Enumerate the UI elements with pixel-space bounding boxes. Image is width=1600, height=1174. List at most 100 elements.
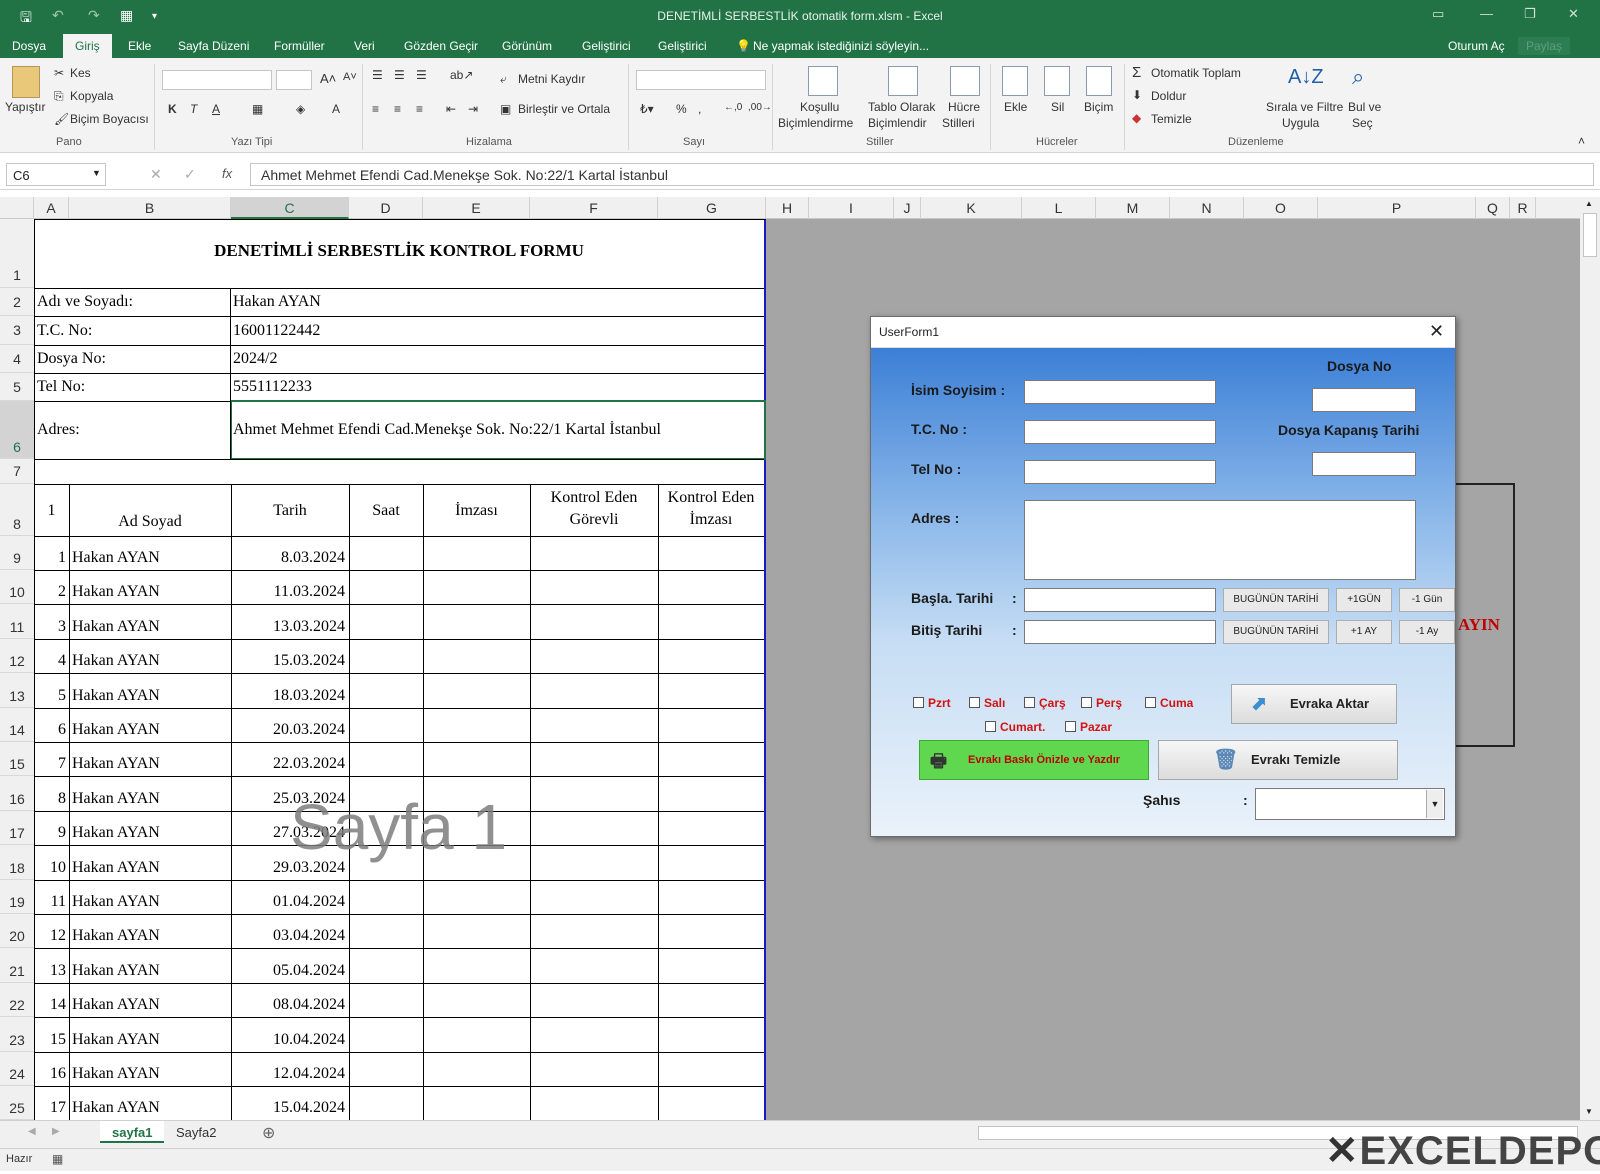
fill-button[interactable]: Doldur [1151,89,1186,103]
clear-form-button[interactable]: 🗑 Evrakı Temizle [1158,740,1398,780]
tab-developer-2[interactable]: Geliştirici [658,39,707,53]
increase-decimal-icon[interactable]: ←,0 [724,102,742,113]
column-header[interactable]: E [423,197,530,219]
tab-file[interactable]: Dosya [12,39,46,53]
macro-record-icon[interactable]: ▦ [52,1152,63,1166]
row-header[interactable]: 7 [0,459,34,484]
column-header[interactable]: M [1096,197,1170,219]
row-header[interactable]: 10 [0,570,34,604]
end-today-button[interactable]: BUGÜNÜN TARİHİ [1223,620,1329,644]
row-header[interactable]: 17 [0,811,34,845]
find-label-1[interactable]: Bul ve [1348,100,1381,114]
column-header[interactable]: C [231,197,349,219]
checkbox-friday[interactable]: Cuma [1145,696,1193,710]
row-header[interactable]: 19 [0,880,34,914]
row-header[interactable]: 9 [0,536,34,570]
paste-icon[interactable] [12,66,40,98]
column-header[interactable]: H [766,197,809,219]
close-icon[interactable]: ✕ [1429,321,1444,342]
row-header[interactable]: 24 [0,1052,34,1086]
tell-me-box[interactable]: Ne yapmak istediğinizi söyleyin... [753,39,929,53]
decrease-decimal-icon[interactable]: ,00→ [748,102,772,113]
checkbox-thursday[interactable]: Perş [1081,696,1122,710]
tab-view[interactable]: Görünüm [502,39,552,53]
borders-icon[interactable]: ▦ [252,102,263,116]
start-date-input[interactable] [1024,588,1216,612]
tab-data[interactable]: Veri [354,39,375,53]
tc-input[interactable] [1024,420,1216,444]
delete-button[interactable]: Sil [1051,100,1064,114]
address-input[interactable] [1024,500,1416,580]
wrap-text-button[interactable]: Metni Kaydır [518,72,585,86]
clear-button[interactable]: Temizle [1151,112,1192,126]
table-format-icon[interactable] [888,66,918,96]
column-header[interactable]: K [921,197,1022,219]
table-format-label-2[interactable]: Biçimlendir [868,116,927,130]
sign-in-link[interactable]: Oturum Aç [1448,39,1505,53]
column-header[interactable]: R [1510,197,1536,219]
column-header[interactable]: A [34,197,69,219]
row-header[interactable]: 4 [0,345,34,373]
tab-formulas[interactable]: Formüller [274,39,325,53]
format-painter-button[interactable]: Biçim Boyacısı [70,112,149,126]
autosum-button[interactable]: Otomatik Toplam [1151,66,1241,80]
add-sheet-icon[interactable]: ⊕ [262,1123,275,1143]
minus-month-button[interactable]: -1 Ay [1399,620,1455,644]
minus-day-button[interactable]: -1 Gün [1399,588,1455,612]
sort-filter-label-2[interactable]: Uygula [1282,116,1319,130]
align-middle-icon[interactable]: ☰ [394,68,405,82]
bold-button[interactable]: K [168,102,177,116]
conditional-format-label-2[interactable]: Biçimlendirme [778,116,853,130]
person-combobox[interactable]: ▼ [1255,788,1445,820]
ribbon-display-icon[interactable]: ▭ [1432,6,1444,22]
vertical-scrollbar[interactable]: ▲ ▼ [1580,197,1600,1120]
comma-icon[interactable]: , [698,102,701,116]
name-input[interactable] [1024,380,1216,404]
selected-cell[interactable] [230,400,766,460]
row-header[interactable]: 5 [0,373,34,401]
row-header[interactable]: 12 [0,639,34,673]
chevron-down-icon[interactable]: ▼ [1426,790,1443,818]
column-header[interactable]: L [1022,197,1096,219]
font-name-box[interactable] [162,70,272,90]
row-header[interactable]: 18 [0,846,34,880]
column-header[interactable]: P [1318,197,1476,219]
row-header[interactable]: 1 [0,219,34,288]
row-header[interactable]: 20 [0,914,34,948]
column-header[interactable]: G [658,197,766,219]
row-header[interactable]: 13 [0,674,34,708]
cancel-icon[interactable]: ✕ [150,166,162,183]
tab-developer[interactable]: Geliştirici [582,39,631,53]
row-header[interactable]: 14 [0,708,34,742]
close-date-input[interactable] [1312,452,1416,476]
align-bottom-icon[interactable]: ☰ [416,68,427,82]
plus-day-button[interactable]: +1GÜN [1336,588,1392,612]
tab-insert[interactable]: Ekle [128,39,151,53]
underline-button[interactable]: A [212,102,220,116]
conditional-format-label-1[interactable]: Koşullu [800,100,839,114]
currency-icon[interactable]: ₺▾ [640,102,654,116]
column-header[interactable]: N [1170,197,1244,219]
cell-styles-icon[interactable] [950,66,980,96]
table-format-label-1[interactable]: Tablo Olarak [868,100,935,114]
row-header[interactable]: 16 [0,777,34,811]
format-cells-icon[interactable] [1086,66,1112,96]
column-header[interactable]: B [69,197,231,219]
insert-cells-icon[interactable] [1002,66,1028,96]
font-size-box[interactable] [276,70,312,90]
align-right-icon[interactable]: ≡ [416,102,423,116]
checkbox-monday[interactable]: Pzrt [913,696,951,710]
end-date-input[interactable] [1024,620,1216,644]
row-header[interactable]: 3 [0,316,34,345]
collapse-ribbon-icon[interactable]: ˄ [1578,134,1585,148]
tab-page-layout[interactable]: Sayfa Düzeni [178,39,249,53]
column-header[interactable]: D [349,197,423,219]
align-center-icon[interactable]: ≡ [394,102,401,116]
formula-input[interactable]: Ahmet Mehmet Efendi Cad.Menekşe Sok. No:… [250,163,1594,186]
insert-button[interactable]: Ekle [1004,100,1027,114]
transfer-button[interactable]: ⬈ Evraka Aktar [1231,684,1397,724]
orientation-icon[interactable]: ab↗ [450,68,473,82]
scroll-thumb[interactable] [1583,213,1597,257]
delete-cells-icon[interactable] [1044,66,1070,96]
row-header[interactable]: 6 [0,401,34,459]
